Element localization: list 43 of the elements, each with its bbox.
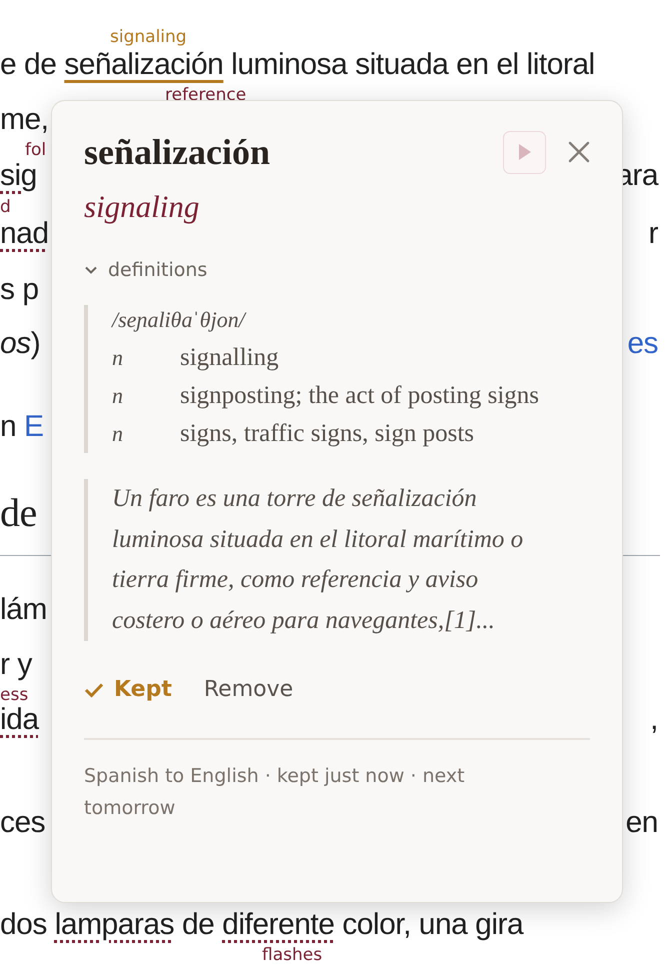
- gloss-label: reference: [165, 85, 246, 105]
- marked-word[interactable]: ida: [0, 703, 39, 738]
- article-text: dos lamparas de diferente color, una gira: [0, 908, 524, 943]
- article-text: r: [648, 216, 658, 252]
- marked-word[interactable]: diferente: [222, 908, 334, 942]
- play-icon: [518, 143, 532, 161]
- article-link[interactable]: E: [24, 410, 44, 444]
- headword: señalización: [84, 131, 270, 174]
- marked-word[interactable]: sig: [0, 159, 37, 194]
- article-text: e de señalización luminosa situada en el litoral: [0, 48, 595, 83]
- part-of-speech: n: [112, 344, 124, 372]
- article-text: ,: [650, 703, 658, 738]
- status-text: Spanish to English · kept just now · next tomorrow: [84, 764, 466, 821]
- part-of-speech: n: [112, 382, 124, 410]
- close-icon[interactable]: [568, 141, 590, 163]
- translation: signaling: [84, 188, 200, 226]
- article-text: ces: [0, 806, 46, 840]
- gloss-label: ess: [0, 685, 28, 705]
- article-link[interactable]: es: [627, 326, 658, 362]
- article-text: lám: [0, 593, 47, 628]
- marked-word[interactable]: lamparas: [54, 908, 174, 942]
- article-text: s p: [0, 273, 39, 308]
- definition-text: signs, traffic signs, sign posts: [180, 419, 475, 449]
- gloss-label: signaling: [110, 27, 187, 47]
- part-of-speech: n: [112, 420, 124, 448]
- action-button[interactable]: Remove: [204, 677, 294, 702]
- gloss-label: fol: [25, 140, 46, 160]
- pronunciation: /seɲaliθaˈθjon/: [112, 306, 248, 334]
- article-text: os): [0, 326, 40, 362]
- article-text: en: [626, 806, 658, 840]
- section-heading: de: [0, 489, 37, 537]
- definitions-toggle[interactable]: definitions: [84, 259, 208, 281]
- article-text: r y: [0, 648, 32, 683]
- gloss-label: flashes: [262, 945, 322, 965]
- marked-word[interactable]: señalización: [64, 48, 224, 82]
- article-text: me,: [0, 103, 49, 138]
- example-quote: Un faro es una torre de señalización luminosa situada en el litoral marítimo o tierra firme, como referencia y aviso costero o aéreo para navegantes,[1]...: [84, 479, 590, 641]
- article-text: n E: [0, 410, 44, 445]
- definition-text: signalling: [180, 343, 280, 373]
- marked-word[interactable]: nad: [0, 216, 49, 252]
- definition-text: signposting; the act of posting signs: [180, 381, 540, 411]
- check-icon: [84, 682, 104, 698]
- gloss-label: d: [0, 197, 11, 217]
